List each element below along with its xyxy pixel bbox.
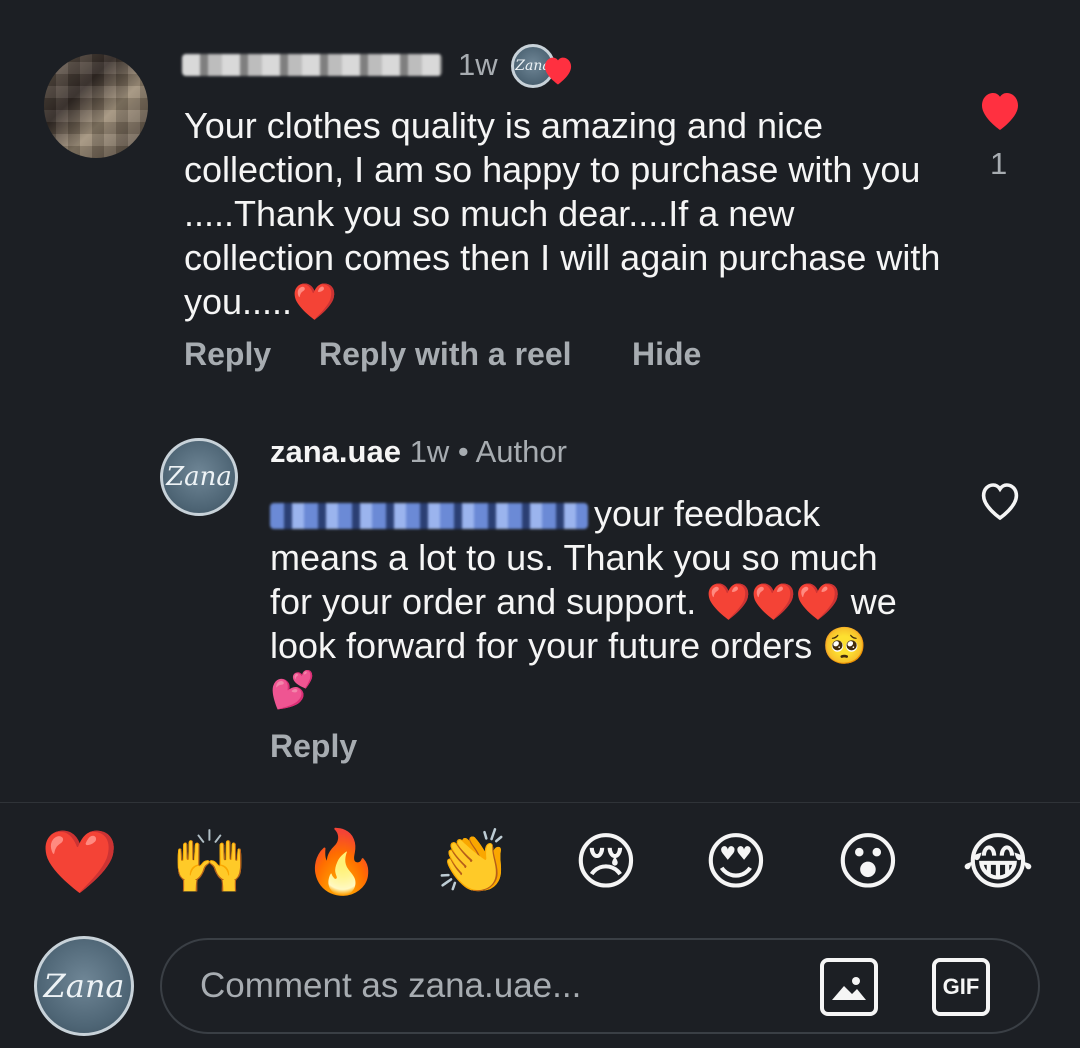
commenter-username-redacted[interactable] [182,54,442,76]
reaction-clap[interactable]: 👏 [434,832,514,894]
hearts-emoji: ❤️❤️❤️ [706,581,841,622]
reaction-laughing[interactable]: 😂 [958,832,1038,894]
reaction-surprised[interactable]: 😮 [828,832,908,894]
reaction-crying[interactable]: 😢 [566,832,646,894]
logo-text: Zana [166,462,232,492]
comment-body: Your clothes quality is amazing and nice… [184,104,944,324]
comment-input[interactable]: Comment as zana.uae... [160,938,1040,1034]
comment-input-placeholder: Comment as zana.uae... [200,966,582,1005]
reaction-raised-hands[interactable]: 🙌 [170,832,250,894]
like-heart-filled-icon[interactable] [975,88,1025,132]
mention-redacted[interactable] [270,503,588,530]
reply-button[interactable]: Reply [270,728,357,765]
liked-by-author-heart-icon [544,57,572,85]
reaction-fire[interactable]: 🔥 [302,832,382,894]
current-user-avatar[interactable]: Zana [34,936,134,1036]
reply-header: zana.uae 1w • Author [270,434,567,470]
gif-label: GIF [942,974,980,999]
reply-time: 1w [409,434,450,469]
like-count: 1 [990,146,1008,181]
image-picker-icon[interactable] [820,958,878,1016]
hide-button[interactable]: Hide [632,336,701,373]
gif-picker-button[interactable]: GIF [932,958,990,1016]
author-username[interactable]: zana.uae [270,434,401,469]
reaction-heart-eyes[interactable]: 😍 [696,832,776,894]
commenter-avatar[interactable] [44,54,148,158]
divider [0,802,1080,803]
heart-emoji: ❤️ [292,281,337,322]
reply-button[interactable]: Reply [184,336,271,373]
logo-text: Zana [43,967,125,1005]
reaction-heart[interactable]: ❤️ [40,832,120,894]
reply-body: your feedback means a lot to us. Thank y… [270,492,910,712]
author-avatar[interactable]: Zana [160,438,238,516]
image-icon [832,977,866,1000]
comment-time: 1w [458,47,498,82]
separator-dot: • [457,434,469,469]
reply-with-reel-button[interactable]: Reply with a reel [319,336,572,373]
like-heart-outline-icon[interactable] [975,478,1025,522]
author-badge: Author [475,434,567,469]
